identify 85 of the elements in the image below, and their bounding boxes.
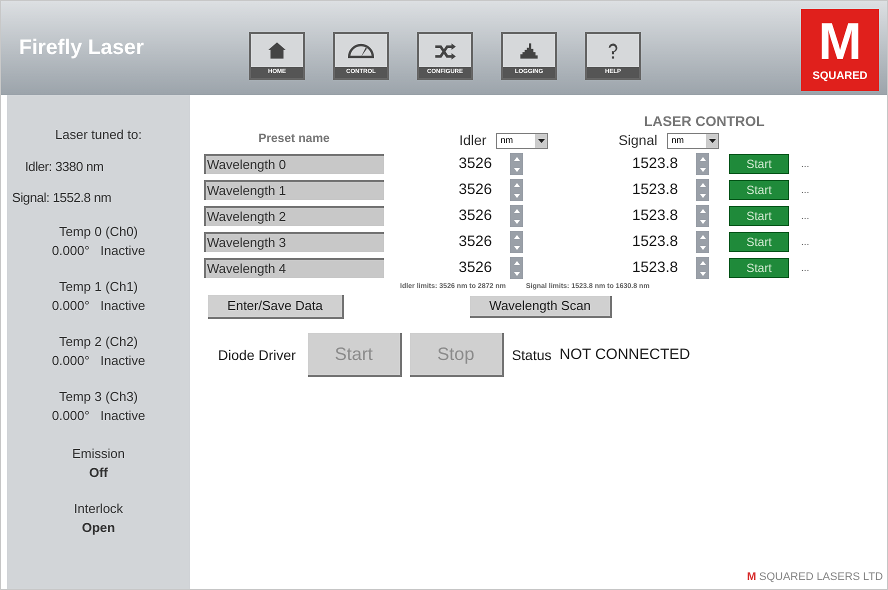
up-arrow-icon [514, 156, 520, 160]
preset-name-field[interactable]: Wavelength 2 [204, 206, 384, 226]
down-arrow-icon [514, 246, 520, 250]
save-button[interactable]: Enter/Save Data [208, 295, 344, 319]
signal-value[interactable]: 1523.8 [523, 230, 678, 254]
spinner-control[interactable] [696, 205, 709, 227]
more-button[interactable]: ... [801, 260, 810, 276]
status-text: Laser tuned to: [55, 126, 142, 144]
idler-value[interactable]: 3526 [384, 230, 492, 254]
down-arrow-icon [700, 272, 706, 276]
up-arrow-icon [514, 208, 520, 212]
spinner-control[interactable] [510, 231, 523, 253]
up-arrow-icon [514, 182, 520, 186]
status-value: Off [89, 464, 108, 482]
signal-value[interactable]: 1523.8 [523, 256, 678, 280]
column-header: Signal [618, 131, 658, 150]
status-label: Emission [72, 444, 125, 462]
spinner-control[interactable] [510, 205, 523, 227]
spinner-control[interactable] [696, 257, 709, 279]
idler-value[interactable]: 3526 [384, 256, 492, 280]
status-text: Signal: 1552.8 nm [12, 189, 112, 207]
temp-label: Temp 2 (Ch2) [59, 332, 138, 351]
spinner-control[interactable] [696, 231, 709, 253]
spinner-control[interactable] [510, 257, 523, 279]
up-arrow-icon [514, 234, 520, 238]
panel-title: LASER CONTROL [644, 112, 765, 131]
footer-company: SQUARED LASERS LTD [759, 570, 883, 584]
connection-status: NOT CONNECTED [560, 344, 690, 365]
scan-button[interactable]: Wavelength Scan [470, 296, 612, 318]
up-arrow-icon [700, 156, 706, 160]
idler-value[interactable]: 3526 [384, 204, 492, 228]
down-arrow-icon [700, 246, 706, 250]
temp-reading: 0.000° Inactive [52, 242, 146, 260]
down-arrow-icon [700, 194, 706, 198]
spinner-control[interactable] [696, 179, 709, 201]
more-button[interactable]: ... [801, 234, 810, 250]
temp-label: Temp 3 (Ch3) [59, 388, 138, 406]
diode-label: Diode Driver [218, 346, 296, 364]
diode-button: Stop [410, 333, 504, 377]
idler-value[interactable]: 3526 [384, 178, 492, 202]
down-arrow-icon [514, 272, 520, 276]
down-arrow-icon [700, 168, 706, 172]
dropdown-arrow-icon [538, 138, 545, 142]
up-arrow-icon [700, 260, 706, 264]
temp-label: Temp 1 (Ch1) [59, 278, 138, 296]
status-value: Open [82, 519, 116, 537]
signal-value[interactable]: 1523.8 [523, 152, 678, 176]
more-button[interactable]: ... [801, 156, 810, 172]
down-arrow-icon [514, 168, 520, 172]
idler-value[interactable]: 3526 [384, 152, 492, 176]
temp-reading: 0.000° Inactive [52, 407, 146, 425]
logo-letter: M [818, 16, 862, 68]
unit-dropdown[interactable]: nm [667, 132, 720, 148]
up-arrow-icon [514, 260, 520, 264]
dropdown-arrow-icon [708, 138, 716, 142]
footer-logo-letter: M [746, 570, 756, 584]
app-title: Firefly Laser [19, 35, 145, 62]
spinner-control[interactable] [696, 153, 709, 175]
down-arrow-icon [514, 194, 520, 198]
column-header: Idler [459, 131, 486, 150]
preset-name-field[interactable]: Wavelength 1 [204, 180, 384, 200]
preset-name-field[interactable]: Wavelength 3 [204, 232, 384, 252]
logo-word: SQUARED [812, 68, 868, 84]
diode-button: Start [308, 333, 402, 377]
temp-reading: 0.000° Inactive [52, 352, 146, 370]
status-label: Status [512, 346, 552, 364]
unit-dropdown[interactable]: nm [496, 132, 548, 148]
status-text: Idler: 3380 nm [25, 158, 104, 176]
up-arrow-icon [700, 234, 706, 238]
preset-name-field[interactable]: Wavelength 4 [204, 258, 384, 278]
more-button[interactable]: ... [801, 208, 810, 224]
signal-value[interactable]: 1523.8 [523, 204, 678, 228]
signal-value[interactable]: 1523.8 [523, 178, 678, 202]
up-arrow-icon [700, 208, 706, 212]
temp-label: Temp 0 (Ch0) [59, 222, 138, 241]
temp-reading: 0.000° Inactive [52, 297, 146, 315]
column-header: Preset name [257, 130, 331, 147]
down-arrow-icon [514, 220, 520, 224]
status-label: Interlock [74, 500, 124, 518]
spinner-control[interactable] [510, 153, 523, 175]
more-button[interactable]: ... [801, 182, 810, 198]
up-arrow-icon [700, 182, 706, 186]
preset-name-field[interactable]: Wavelength 0 [204, 154, 384, 174]
down-arrow-icon [700, 220, 706, 224]
spinner-control[interactable] [510, 179, 523, 201]
